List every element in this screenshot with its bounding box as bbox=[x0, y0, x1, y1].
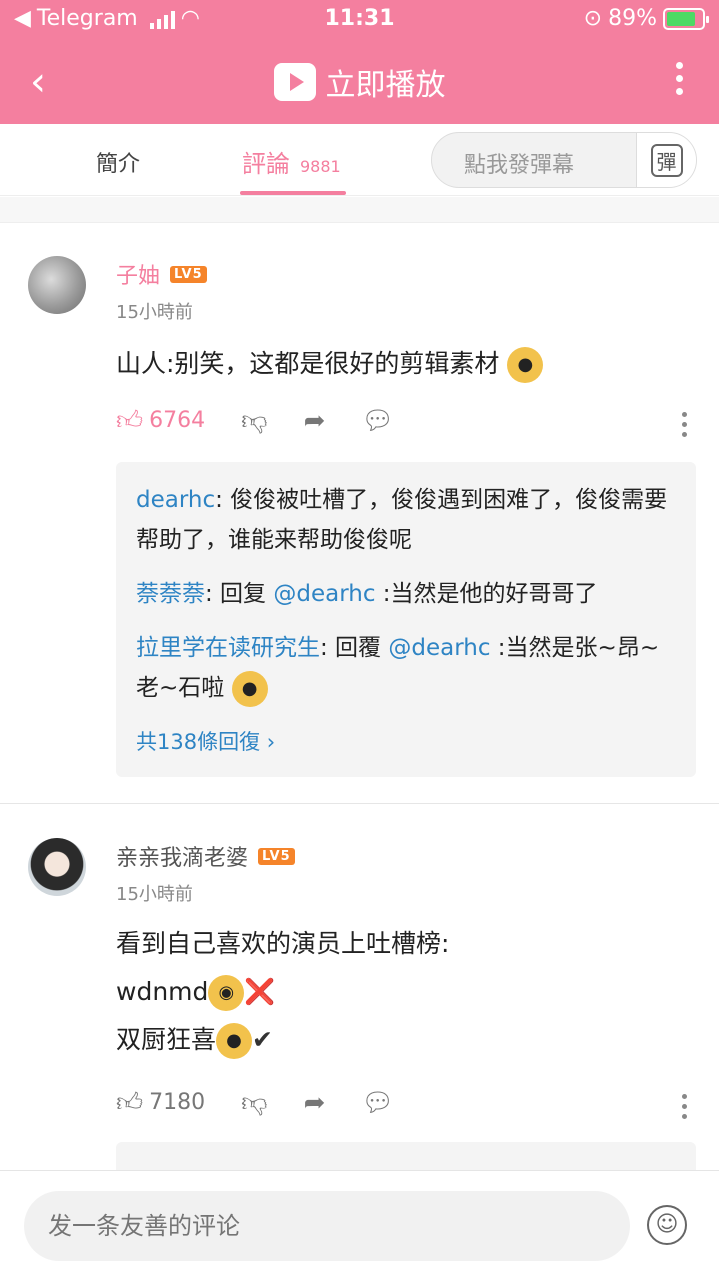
reply-icon: 💬︎ bbox=[361, 1087, 395, 1118]
reply-text: : 回复 bbox=[205, 581, 274, 607]
red-cross-icon: ❌ bbox=[244, 977, 276, 1006]
play-now-button[interactable]: 立即播放 bbox=[0, 60, 719, 104]
comment-line: 双厨狂喜 ● ✔ bbox=[116, 1016, 449, 1064]
like-button[interactable]: 👍︎ 7180 bbox=[116, 1087, 205, 1118]
like-button[interactable]: 👍︎ 6764 bbox=[116, 405, 205, 436]
comment-user[interactable]: 亲亲我滴老婆 LV5 bbox=[116, 840, 295, 872]
check-mark-icon: ✔ bbox=[252, 1025, 273, 1054]
comment-line: wdnmd ◉ ❌ bbox=[116, 968, 449, 1016]
comment-line-text: 双厨狂喜 bbox=[116, 1025, 217, 1054]
reply-mention[interactable]: @dearhc bbox=[273, 581, 375, 607]
more-options-icon[interactable] bbox=[676, 62, 683, 95]
comment-actions: 👍︎ 7180 👎︎ ➦ 💬︎ bbox=[116, 1087, 430, 1119]
avatar[interactable] bbox=[28, 256, 86, 314]
reply-user[interactable]: 萘萘萘 bbox=[136, 581, 205, 607]
share-button[interactable]: ➦ bbox=[304, 406, 326, 436]
reply-item[interactable]: dearhc: 俊俊被吐槽了，俊俊遇到困难了，俊俊需要帮助了，谁能来帮助俊俊呢 bbox=[136, 480, 676, 560]
dislike-button[interactable]: 👎︎ bbox=[241, 1087, 267, 1118]
comment-input-wrapper[interactable] bbox=[24, 1191, 630, 1261]
reply-user[interactable]: 拉里学在读研究生 bbox=[136, 635, 320, 661]
doge-emoji-icon: ● bbox=[216, 1023, 253, 1059]
like-count: 7180 bbox=[149, 1090, 206, 1115]
username: 亲亲我滴老婆 bbox=[116, 846, 249, 871]
reply-tail: :当然是他的好哥哥了 bbox=[375, 581, 598, 607]
tab-intro[interactable]: 簡介 bbox=[96, 146, 140, 178]
doge-emoji-icon: ● bbox=[231, 670, 268, 707]
comment-separator bbox=[0, 803, 719, 804]
like-count: 6764 bbox=[149, 408, 206, 433]
reply-button[interactable]: 💬︎ bbox=[361, 1088, 394, 1118]
comment-line-text: wdnmd bbox=[116, 977, 209, 1006]
danmaku-placeholder: 點我發彈幕 bbox=[464, 153, 575, 178]
level-badge: LV5 bbox=[258, 847, 295, 865]
reply-button[interactable]: 💬︎ bbox=[361, 406, 394, 436]
reply-item[interactable]: 萘萘萘: 回复 @dearhc :当然是他的好哥哥了 bbox=[136, 574, 676, 614]
orientation-lock-icon: ⊙ bbox=[583, 6, 603, 31]
reply-text: : 俊俊被吐槽了，俊俊遇到困难了，俊俊需要帮助了，谁能来帮助俊俊呢 bbox=[136, 487, 668, 553]
avatar[interactable] bbox=[28, 838, 86, 896]
reply-user[interactable]: dearhc bbox=[136, 487, 215, 513]
reply-mention[interactable]: @dearhc bbox=[388, 635, 490, 661]
comment-input-bar: ☺ bbox=[0, 1170, 719, 1280]
comment-time: 15小時前 bbox=[116, 884, 193, 905]
view-more-replies[interactable]: 共138條回復 › bbox=[136, 722, 676, 762]
level-badge: LV5 bbox=[170, 265, 207, 283]
thumbs-up-icon: 👍︎ bbox=[116, 406, 144, 436]
share-icon: ➦ bbox=[303, 1087, 326, 1118]
share-button[interactable]: ➦ bbox=[304, 1088, 326, 1118]
comment-input[interactable] bbox=[24, 1191, 630, 1261]
doge-emoji-icon: ● bbox=[507, 347, 544, 383]
nav-title: 立即播放 bbox=[325, 68, 446, 103]
comment-text: 山人:别笑，这都是很好的剪辑素材 ● bbox=[116, 340, 544, 388]
comment-more-icon[interactable] bbox=[682, 412, 687, 437]
status-bar: ◀ Telegram ◠ 11:31 ⊙ 89% bbox=[0, 0, 719, 40]
battery-percent: 89% bbox=[608, 6, 657, 31]
comment-text: 看到自己喜欢的演员上吐槽榜: wdnmd ◉ ❌ 双厨狂喜 ● ✔ bbox=[116, 920, 449, 1064]
username: 子妯 bbox=[116, 264, 161, 289]
share-icon: ➦ bbox=[303, 405, 326, 436]
reply-icon: 💬︎ bbox=[361, 405, 395, 436]
active-tab-indicator bbox=[240, 191, 346, 195]
thumbs-down-icon: 👎︎ bbox=[241, 406, 268, 436]
comment-body: 山人:别笑，这都是很好的剪辑素材 bbox=[116, 349, 500, 378]
dizzy-face-emoji-icon: ◉ bbox=[208, 975, 245, 1011]
comments-count: 9881 bbox=[300, 157, 341, 176]
tab-comments[interactable]: 評論 9881 bbox=[242, 144, 341, 179]
comment-user[interactable]: 子妯 LV5 bbox=[116, 258, 207, 290]
reply-item[interactable]: 拉里学在读研究生: 回覆 @dearhc :当然是张~昂~老~石啦 ● bbox=[136, 628, 676, 708]
thumbs-up-icon: 👍︎ bbox=[116, 1088, 144, 1118]
comment-line: 看到自己喜欢的演员上吐槽榜: bbox=[116, 929, 450, 958]
reply-text: : 回覆 bbox=[320, 635, 389, 661]
danmaku-input[interactable]: 點我發彈幕 彈 bbox=[431, 132, 697, 188]
dislike-button[interactable]: 👎︎ bbox=[241, 405, 267, 436]
emoji-picker-icon[interactable]: ☺ bbox=[647, 1205, 687, 1245]
comment-more-icon[interactable] bbox=[682, 1094, 687, 1119]
replies-box: dearhc: 俊俊被吐槽了，俊俊遇到困难了，俊俊需要帮助了，谁能来帮助俊俊呢 … bbox=[116, 462, 696, 777]
comment-actions: 👍︎ 6764 👎︎ ➦ 💬︎ bbox=[116, 405, 430, 437]
tab-comments-label: 評論 bbox=[242, 150, 290, 178]
nav-bar: ‹ 立即播放 bbox=[0, 40, 719, 124]
danmaku-icon: 彈 bbox=[650, 143, 683, 177]
tv-play-icon bbox=[273, 63, 316, 101]
battery-icon bbox=[663, 7, 709, 30]
comment-time: 15小時前 bbox=[116, 302, 193, 323]
thumbs-down-icon: 👎︎ bbox=[241, 1088, 268, 1118]
danmaku-toggle-button[interactable]: 彈 bbox=[636, 133, 696, 187]
section-divider bbox=[0, 197, 719, 223]
